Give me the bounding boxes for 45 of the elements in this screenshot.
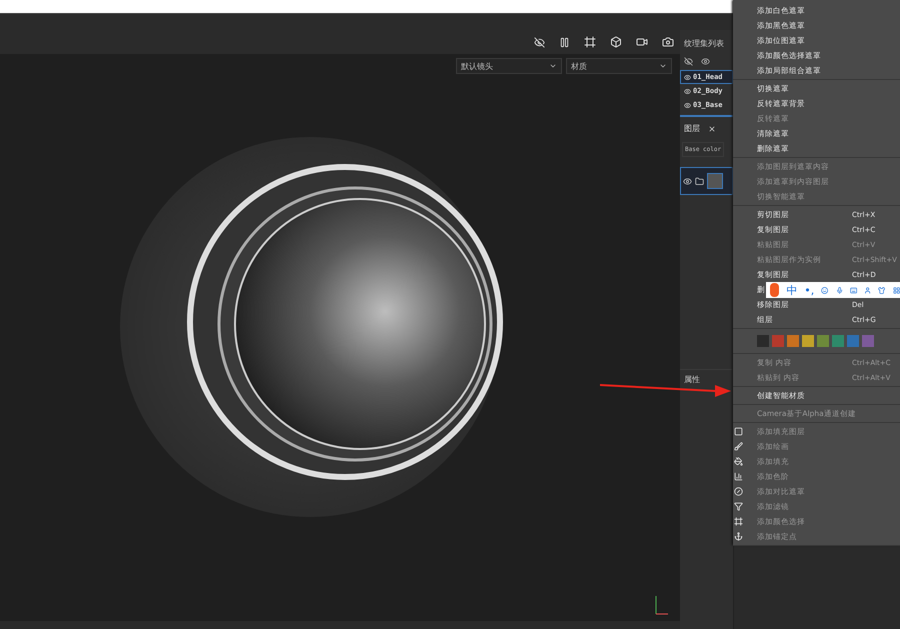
layers-tab[interactable]: 图层	[684, 123, 700, 134]
square-icon	[734, 427, 743, 436]
user-icon[interactable]	[864, 284, 872, 296]
cube-icon[interactable]	[610, 36, 622, 48]
smiley-icon[interactable]	[821, 284, 829, 296]
paint-bucket-icon	[734, 457, 743, 466]
color-swatch[interactable]	[787, 335, 799, 347]
chevron-down-icon	[549, 62, 557, 70]
slashed-circle-icon	[734, 487, 743, 496]
grid-icon[interactable]	[892, 284, 900, 296]
material-dropdown[interactable]: 材质	[566, 58, 672, 74]
funnel-icon	[734, 502, 743, 511]
layer-row[interactable]	[680, 167, 733, 195]
logo-icon	[770, 283, 780, 297]
eye-icon[interactable]	[684, 102, 691, 108]
pause-icon[interactable]	[559, 36, 570, 48]
eye-icon[interactable]	[684, 88, 691, 94]
color-swatch[interactable]	[847, 335, 859, 347]
color-swatch[interactable]	[772, 335, 784, 347]
ime-label[interactable]: •,	[804, 284, 814, 296]
anchor-icon	[734, 532, 743, 541]
eye-icon[interactable]	[701, 57, 710, 66]
folder-icon	[695, 176, 704, 186]
camera-icon[interactable]	[662, 36, 674, 48]
eye-icon[interactable]	[684, 74, 691, 80]
color-swatch[interactable]	[862, 335, 874, 347]
eye-icon[interactable]	[683, 176, 692, 186]
layer-thumbnail	[707, 173, 723, 189]
color-swatch[interactable]	[832, 335, 844, 347]
visibility-off-icon[interactable]	[534, 36, 545, 48]
color-swatch[interactable]	[757, 335, 769, 347]
panel-title: 纹理集列表	[683, 38, 725, 50]
brush-icon	[734, 442, 743, 451]
video-camera-icon[interactable]	[636, 36, 648, 48]
ime-label[interactable]: 中	[786, 282, 798, 298]
chevron-down-icon	[659, 62, 667, 70]
close-icon[interactable]	[708, 124, 716, 132]
shirt-icon[interactable]	[878, 284, 886, 296]
visibility-icon[interactable]	[684, 57, 693, 66]
color-swatch[interactable]	[817, 335, 829, 347]
microphone-icon[interactable]	[836, 284, 843, 296]
camera-dropdown[interactable]: 默认镜头	[456, 58, 562, 74]
color-swatch[interactable]	[802, 335, 814, 347]
bar-chart-icon	[734, 472, 743, 481]
keyboard-icon[interactable]	[850, 284, 858, 296]
